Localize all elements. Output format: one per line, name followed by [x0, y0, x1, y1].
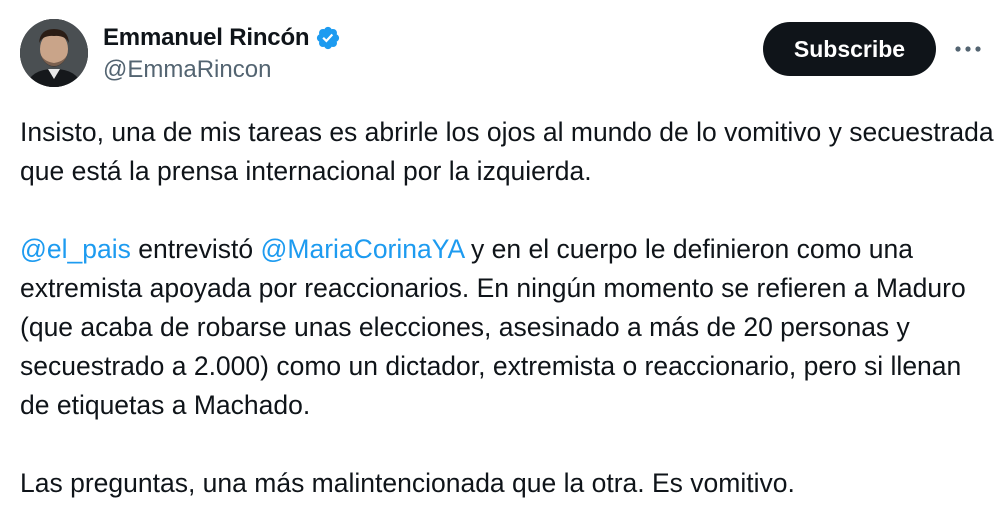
tweet-header: Emmanuel Rincón @EmmaRincon Subscribe: [20, 19, 987, 89]
tweet-paragraph-1: Insisto, una de mis tareas es abrirle lo…: [20, 117, 994, 186]
tweet-paragraph-3: Las preguntas, una más malintencionada q…: [20, 468, 795, 498]
author-handle[interactable]: @EmmaRincon: [103, 56, 341, 84]
profile-photo: [20, 19, 88, 87]
mention-el-pais-link[interactable]: @el_pais: [20, 234, 131, 264]
tweet-text-segment: entrevistó: [130, 234, 261, 264]
tweet-text: Insisto, una de mis tareas es abrirle lo…: [20, 113, 995, 503]
author-info: Emmanuel Rincón @EmmaRincon: [103, 22, 341, 84]
more-options-icon[interactable]: [950, 35, 986, 63]
author-display-name[interactable]: Emmanuel Rincón: [103, 24, 310, 52]
author-avatar[interactable]: [20, 19, 88, 87]
name-row: Emmanuel Rincón: [103, 22, 341, 54]
verified-badge-icon[interactable]: [315, 25, 341, 51]
subscribe-button[interactable]: Subscribe: [763, 22, 936, 76]
tweet-paragraph-2: @el_pais entrevistó @MariaCorinaYA y en …: [20, 230, 995, 425]
mention-mariacorinaya-link[interactable]: @MariaCorinaYA: [261, 234, 464, 264]
